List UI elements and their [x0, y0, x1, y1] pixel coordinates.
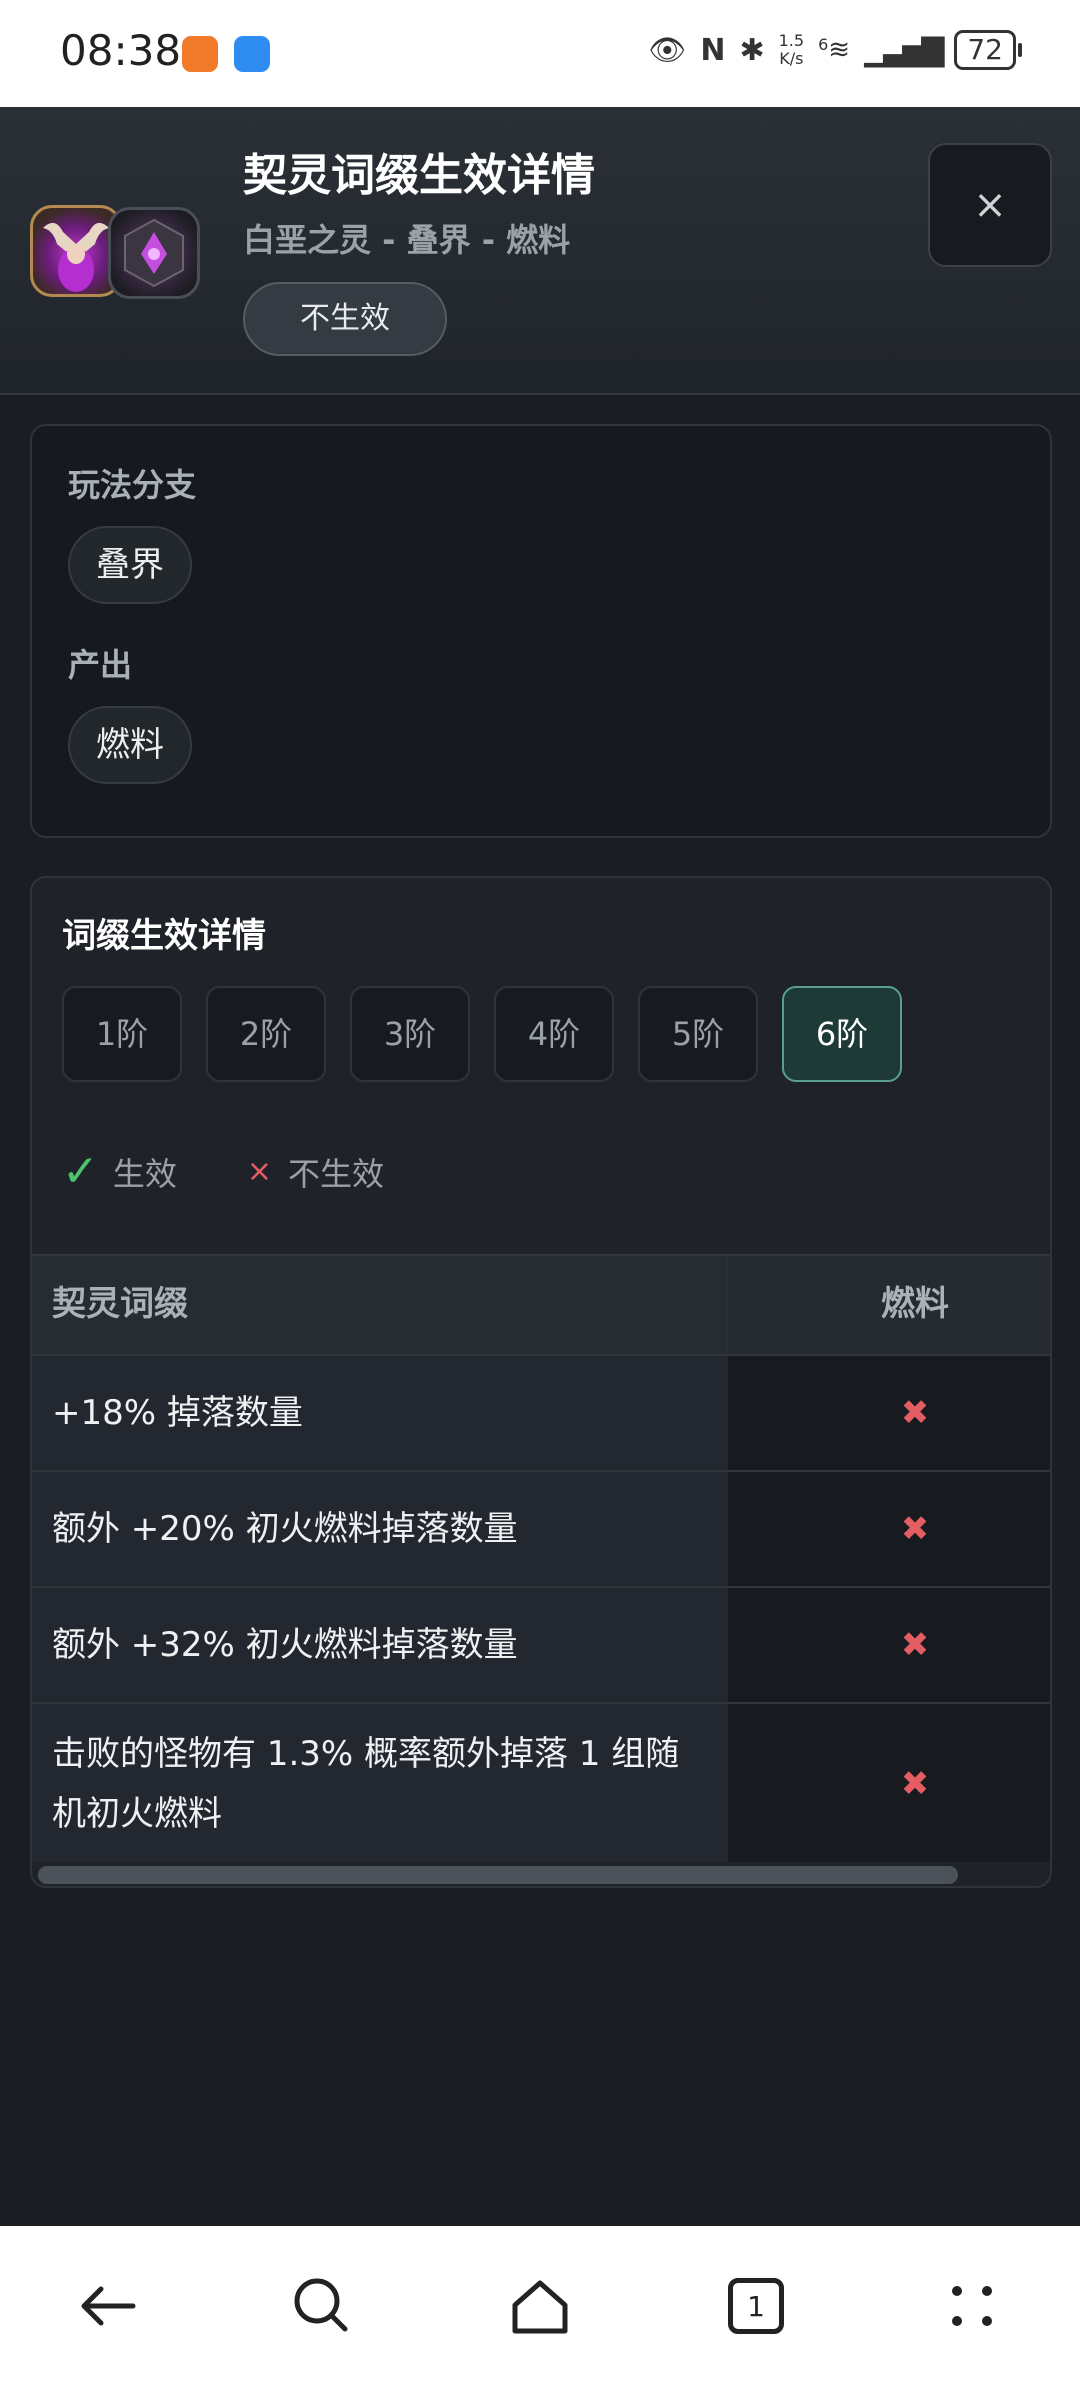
tabs-icon: 1: [728, 2278, 784, 2334]
cross-icon: ×: [246, 1154, 273, 1189]
message-notification-icon: [234, 36, 270, 72]
status-bar: 08:38 👁 N ✱ 1.5 K/s 6≋ ▁▃▅▇ 72: [0, 0, 1080, 107]
table-header: 契灵词缀 燃料: [32, 1254, 1050, 1354]
browser-nav-bar: 1: [0, 2226, 1080, 2387]
info-card: 玩法分支 叠界 产出 燃料: [30, 424, 1052, 838]
column-header-fuel: 燃料: [728, 1256, 1050, 1354]
ineffective-cross-icon: ✖: [728, 1704, 1050, 1864]
tier-selector: 1阶 2阶 3阶 4阶 5阶 6阶: [62, 986, 902, 1082]
battery-icon: 72: [954, 30, 1022, 70]
ineffective-cross-icon: ✖: [728, 1472, 1050, 1586]
page-title: 契灵词缀生效详情: [243, 150, 595, 201]
status-badge: 不生效: [243, 282, 447, 356]
table-row: +18% 掉落数量 ✖: [32, 1354, 1050, 1470]
back-arrow-icon: [81, 2286, 136, 2326]
home-button[interactable]: [500, 2266, 580, 2346]
network-speed: 1.5 K/s: [778, 31, 805, 68]
tabs-button[interactable]: 1: [716, 2266, 796, 2346]
signal-icon: ▁▃▅▇: [864, 32, 944, 68]
eye-icon: 👁: [648, 32, 687, 68]
output-chip: 燃料: [68, 706, 192, 784]
bluetooth-icon: ✱: [739, 32, 765, 68]
tier-button-6[interactable]: 6阶: [782, 986, 902, 1082]
affix-cell: 额外 +32% 初火燃料掉落数量: [32, 1588, 728, 1702]
status-icons: 👁 N ✱ 1.5 K/s 6≋ ▁▃▅▇ 72: [648, 30, 1022, 70]
legend-ineffective-label: 不生效: [288, 1154, 385, 1193]
ineffective-cross-icon: ✖: [728, 1356, 1050, 1470]
table-row: 额外 +20% 初火燃料掉落数量 ✖: [32, 1470, 1050, 1586]
nfc-icon: N: [700, 32, 726, 68]
status-time: 08:38: [60, 26, 182, 75]
ineffective-cross-icon: ✖: [728, 1588, 1050, 1702]
app-notification-icon: [182, 36, 218, 72]
check-icon: ✓: [62, 1146, 99, 1197]
affix-table: 契灵词缀 燃料 +18% 掉落数量 ✖ 额外 +20% 初火燃料掉落数量 ✖ 额…: [32, 1254, 1050, 1864]
branch-label: 玩法分支: [68, 466, 197, 504]
affix-cell: 击败的怪物有 1.3% 概率额外掉落 1 组随机初火燃料: [32, 1704, 728, 1864]
more-button[interactable]: [932, 2266, 1012, 2346]
close-icon: ×: [973, 182, 1007, 228]
tab-count: 1: [747, 2289, 765, 2323]
tier-button-2[interactable]: 2阶: [206, 986, 326, 1082]
home-icon: [512, 2280, 568, 2334]
search-icon: [294, 2278, 348, 2332]
page-subtitle: 白垩之灵 - 叠界 - 燃料: [243, 221, 571, 259]
tier-button-3[interactable]: 3阶: [350, 986, 470, 1082]
affix-cell: +18% 掉落数量: [32, 1356, 728, 1470]
spirit-portrait-icon: [43, 222, 109, 292]
tier-button-5[interactable]: 5阶: [638, 986, 758, 1082]
branch-avatar: [108, 207, 200, 299]
search-button[interactable]: [282, 2266, 362, 2346]
horizontal-scrollbar[interactable]: [32, 1862, 1050, 1886]
legend-effective-label: 生效: [112, 1154, 177, 1193]
detail-header: 契灵词缀生效详情 白垩之灵 - 叠界 - 燃料 不生效 ×: [0, 107, 1080, 395]
tier-button-1[interactable]: 1阶: [62, 986, 182, 1082]
overlap-realm-icon: [124, 218, 184, 288]
scrollbar-thumb[interactable]: [38, 1866, 958, 1884]
wifi-icon: 6≋: [818, 35, 851, 65]
affix-cell: 额外 +20% 初火燃料掉落数量: [32, 1472, 728, 1586]
output-label: 产出: [68, 646, 133, 684]
close-button[interactable]: ×: [928, 143, 1052, 267]
more-icon: [952, 2286, 992, 2326]
tier-button-4[interactable]: 4阶: [494, 986, 614, 1082]
legend: ✓ 生效 × 不生效: [62, 1146, 384, 1197]
branch-chip: 叠界: [68, 526, 192, 604]
table-row: 击败的怪物有 1.3% 概率额外掉落 1 组随机初火燃料 ✖: [32, 1702, 1050, 1864]
section-title: 词缀生效详情: [62, 916, 266, 956]
column-header-affix: 契灵词缀: [32, 1256, 728, 1354]
table-row: 额外 +32% 初火燃料掉落数量 ✖: [32, 1586, 1050, 1702]
back-button[interactable]: [68, 2266, 148, 2346]
affix-detail-card: 词缀生效详情 1阶 2阶 3阶 4阶 5阶 6阶 ✓ 生效 × 不生效 契灵词缀…: [30, 876, 1052, 1888]
